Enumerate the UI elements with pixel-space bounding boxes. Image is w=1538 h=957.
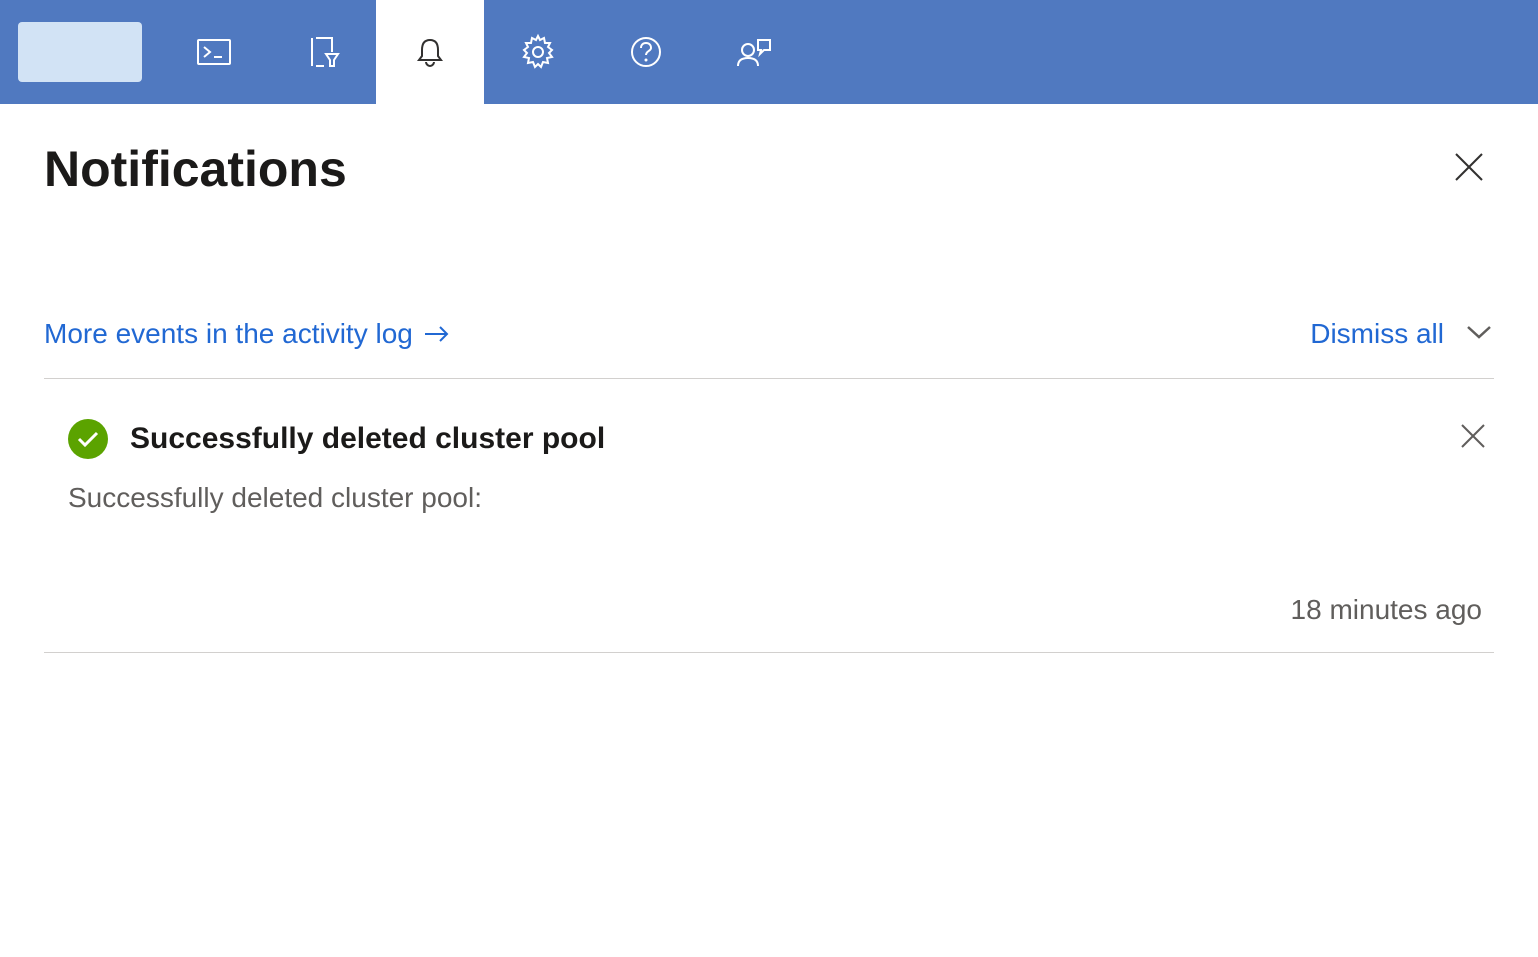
more-events-label: More events in the activity log bbox=[44, 318, 413, 350]
checkmark-icon bbox=[76, 429, 100, 449]
expand-button[interactable] bbox=[1464, 323, 1494, 346]
panel-header: Notifications bbox=[44, 140, 1494, 198]
terminal-icon bbox=[194, 32, 234, 72]
notification-body: Successfully deleted cluster pool: bbox=[68, 482, 1494, 514]
search-area bbox=[0, 0, 160, 104]
panel-title: Notifications bbox=[44, 140, 347, 198]
cloud-shell-button[interactable] bbox=[160, 0, 268, 104]
notifications-button[interactable] bbox=[376, 0, 484, 104]
dismiss-all-group: Dismiss all bbox=[1310, 318, 1494, 350]
notifications-panel: Notifications More events in the activit… bbox=[0, 104, 1538, 689]
dismiss-all-link[interactable]: Dismiss all bbox=[1310, 318, 1444, 350]
directory-filter-button[interactable] bbox=[268, 0, 376, 104]
chevron-down-icon bbox=[1464, 323, 1494, 341]
notification-timestamp: 18 minutes ago bbox=[68, 594, 1494, 626]
filter-book-icon bbox=[302, 32, 342, 72]
arrow-right-icon bbox=[423, 324, 451, 344]
person-feedback-icon bbox=[734, 32, 774, 72]
gear-icon bbox=[518, 32, 558, 72]
more-events-link[interactable]: More events in the activity log bbox=[44, 318, 451, 350]
settings-button[interactable] bbox=[484, 0, 592, 104]
success-status-icon bbox=[68, 419, 108, 459]
panel-actions: More events in the activity log Dismiss … bbox=[44, 318, 1494, 379]
notification-title: Successfully deleted cluster pool bbox=[130, 422, 605, 456]
notification-item: Successfully deleted cluster pool Succes… bbox=[44, 379, 1494, 653]
notification-header-left: Successfully deleted cluster pool bbox=[68, 419, 605, 459]
help-button[interactable] bbox=[592, 0, 700, 104]
close-panel-button[interactable] bbox=[1444, 142, 1494, 197]
bell-icon bbox=[410, 32, 450, 72]
feedback-button[interactable] bbox=[700, 0, 808, 104]
help-icon bbox=[626, 32, 666, 72]
notification-header: Successfully deleted cluster pool bbox=[68, 415, 1494, 462]
topbar bbox=[0, 0, 1538, 104]
search-input[interactable] bbox=[18, 22, 142, 82]
close-icon bbox=[1452, 150, 1486, 184]
dismiss-notification-button[interactable] bbox=[1452, 415, 1494, 462]
close-icon bbox=[1458, 421, 1488, 451]
